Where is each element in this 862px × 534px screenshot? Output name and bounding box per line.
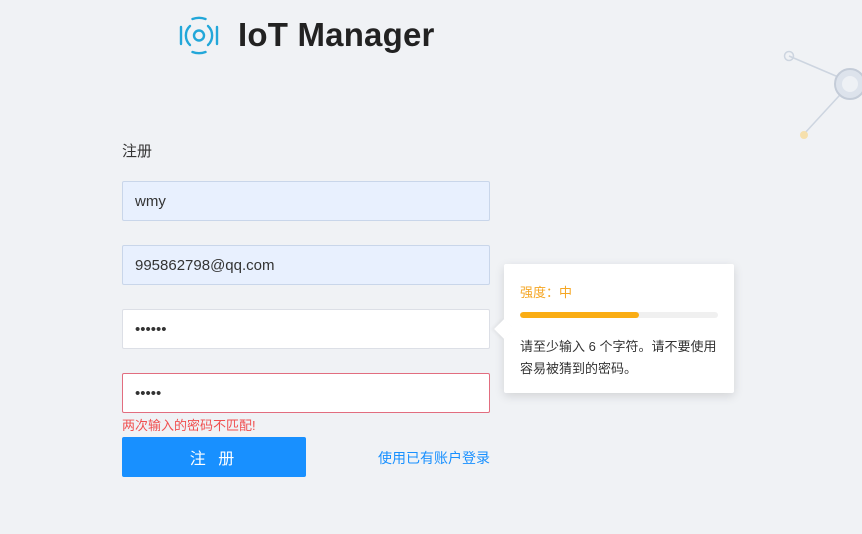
popover-arrow bbox=[494, 319, 514, 339]
password-field[interactable] bbox=[122, 309, 490, 349]
login-link[interactable]: 使用已有账户登录 bbox=[378, 448, 490, 468]
brand-header: IoT Manager bbox=[178, 12, 435, 58]
username-field[interactable] bbox=[122, 181, 490, 221]
form-title: 注册 bbox=[122, 143, 153, 160]
confirm-password-field[interactable] bbox=[122, 373, 490, 413]
iot-logo-icon bbox=[179, 16, 219, 55]
email-field[interactable] bbox=[122, 245, 490, 285]
password-hint: 请至少输入 6 个字符。请不要使用容易被猜到的密码。 bbox=[520, 339, 717, 376]
strength-bar-fill bbox=[520, 312, 639, 318]
register-button[interactable]: 注 册 bbox=[122, 437, 306, 477]
strength-bar bbox=[520, 312, 718, 318]
decorative-network-graphic bbox=[783, 50, 862, 139]
password-strength-popover: 强度：中 请至少输入 6 个字符。请不要使用容易被猜到的密码。 bbox=[494, 264, 734, 393]
app-title: IoT Manager bbox=[238, 16, 435, 53]
password-mismatch-error: 两次输入的密码不匹配! bbox=[122, 418, 256, 433]
strength-label: 强度：中 bbox=[520, 285, 573, 300]
